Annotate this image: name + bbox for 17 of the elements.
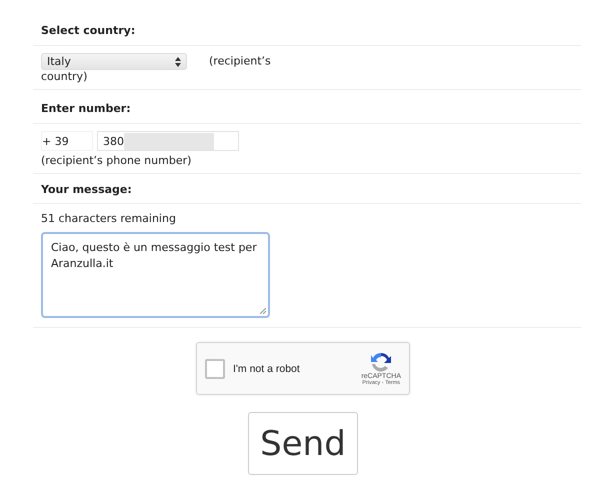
hint-text: country) <box>41 70 88 83</box>
field-label: Select country: <box>41 24 136 37</box>
country-select[interactable]: Italy <box>41 53 187 70</box>
hint-text: (recipient’s <box>209 54 271 68</box>
char-counter: 51 characters remaining <box>41 212 177 225</box>
captcha-label: I'm not a robot <box>233 362 301 374</box>
hint-text: (recipient’s phone number) <box>41 154 192 167</box>
phone-field[interactable]: 380 <box>97 131 239 151</box>
field-label: Enter number: <box>41 102 132 115</box>
captcha-checkbox[interactable] <box>205 358 225 378</box>
select-arrows-icon <box>175 56 181 66</box>
send-button[interactable]: Send <box>248 412 358 475</box>
message-field[interactable]: Ciao, questo è un messaggio test per Aranzulla.it <box>41 232 270 318</box>
field-label: Your message: <box>41 183 133 196</box>
recaptcha-logo-icon <box>370 351 392 373</box>
country-code-field[interactable]: + 39 <box>41 131 93 151</box>
resize-grip-icon <box>260 308 266 314</box>
